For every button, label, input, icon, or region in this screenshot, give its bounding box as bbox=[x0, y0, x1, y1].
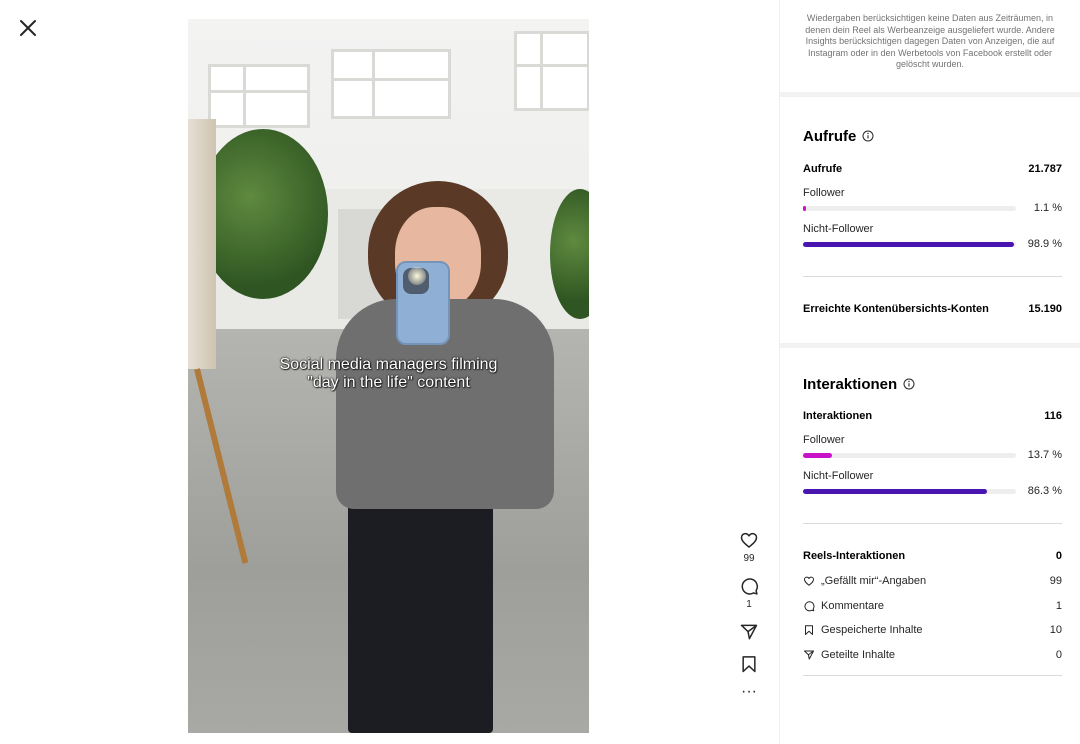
interactions-nonfollower-value: 86.3 % bbox=[1027, 485, 1062, 497]
caption-line: Social media managers filming bbox=[279, 356, 498, 373]
comments-label: Kommentare bbox=[821, 599, 884, 612]
views-follower-metric: Follower 1.1 % bbox=[803, 187, 1062, 214]
divider bbox=[803, 675, 1062, 676]
share-button[interactable] bbox=[731, 622, 767, 642]
likes-value: 99 bbox=[1049, 575, 1062, 588]
more-icon: ··· bbox=[741, 683, 757, 700]
window bbox=[208, 64, 310, 128]
like-button[interactable]: 99 bbox=[731, 530, 767, 564]
shared-row: Geteilte Inhalte 0 bbox=[803, 643, 1062, 668]
interactions-nonfollower-track bbox=[803, 488, 1016, 494]
views-nonfollower-bar-row: 98.9 % bbox=[803, 238, 1062, 250]
views-total-row: Aufrufe 21.787 bbox=[803, 163, 1062, 175]
views-nonfollower-value: 98.9 % bbox=[1027, 238, 1062, 250]
views-section: Aufrufe Aufrufe 21.787 Follower 1.1 % Ni… bbox=[780, 126, 1080, 315]
interactions-follower-bar-row: 13.7 % bbox=[803, 449, 1062, 461]
saved-row: Gespeicherte Inhalte 10 bbox=[803, 618, 1062, 643]
interactions-follower-metric: Follower 13.7 % bbox=[803, 434, 1062, 461]
views-nonfollower-track bbox=[803, 241, 1016, 247]
divider bbox=[780, 343, 1080, 348]
views-follower-track bbox=[803, 205, 1016, 211]
reel-caption: Social media managers filming "day in th… bbox=[188, 356, 589, 392]
reels-interactions-value: 0 bbox=[1055, 550, 1062, 562]
phone-flash bbox=[408, 267, 426, 285]
comments-row: Kommentare 1 bbox=[803, 594, 1062, 619]
shared-value: 0 bbox=[1055, 648, 1062, 661]
interactions-follower-bar bbox=[803, 452, 833, 458]
interactions-follower-value: 13.7 % bbox=[1027, 449, 1062, 461]
reel-video[interactable]: Social media managers filming "day in th… bbox=[188, 19, 589, 733]
plant bbox=[198, 129, 328, 299]
bookmark-icon bbox=[805, 625, 813, 636]
interactions-title: Interaktionen bbox=[803, 375, 898, 393]
likes-label: „Gefällt mir“-Angaben bbox=[821, 575, 927, 588]
views-header: Aufrufe bbox=[803, 126, 1062, 146]
views-follower-value: 1.1 % bbox=[1033, 202, 1062, 214]
share-icon bbox=[740, 624, 758, 640]
interactions-nonfollower-label: Nicht-Follower bbox=[803, 470, 874, 482]
more-options-button[interactable]: ··· bbox=[731, 683, 767, 700]
save-button[interactable] bbox=[731, 654, 767, 674]
bookmark-icon bbox=[742, 656, 756, 673]
interactions-header: Interaktionen bbox=[803, 374, 1062, 394]
reach-value: 15.190 bbox=[1028, 303, 1062, 315]
views-total-label: Aufrufe bbox=[803, 163, 843, 175]
info-icon[interactable] bbox=[903, 378, 915, 390]
interactions-nonfollower-bar-row: 86.3 % bbox=[803, 485, 1062, 497]
close-button[interactable] bbox=[16, 16, 40, 40]
views-nonfollower-label: Nicht-Follower bbox=[803, 223, 874, 235]
saved-label: Gespeicherte Inhalte bbox=[821, 624, 923, 637]
share-icon bbox=[804, 650, 814, 660]
interactions-total-row: Interaktionen 116 bbox=[803, 410, 1062, 422]
window bbox=[514, 31, 589, 111]
divider bbox=[803, 276, 1062, 277]
views-nonfollower-metric: Nicht-Follower 98.9 % bbox=[803, 223, 1062, 250]
saved-value: 10 bbox=[1049, 624, 1062, 637]
comment-button[interactable]: 1 bbox=[731, 576, 767, 610]
heart-icon bbox=[804, 576, 814, 586]
views-title: Aufrufe bbox=[803, 127, 857, 145]
caption-line: "day in the life" content bbox=[307, 374, 470, 391]
reach-row: Erreichte Kontenübersichts-Konten 15.190 bbox=[803, 303, 1062, 315]
person-legs bbox=[348, 499, 493, 733]
reels-breakdown-list: „Gefällt mir“-Angaben 99 Kommentare 1 Ge… bbox=[803, 569, 1062, 667]
interactions-total-label: Interaktionen bbox=[803, 410, 873, 422]
comments-value: 1 bbox=[1055, 599, 1062, 612]
reels-interactions-row: Reels-Interaktionen 0 bbox=[803, 550, 1062, 562]
comment-icon bbox=[804, 601, 815, 611]
heart-icon bbox=[740, 532, 758, 548]
like-count: 99 bbox=[743, 553, 755, 564]
views-follower-label: Follower bbox=[803, 187, 845, 199]
likes-row: „Gefällt mir“-Angaben 99 bbox=[803, 569, 1062, 594]
interactions-follower-label: Follower bbox=[803, 434, 845, 446]
views-nonfollower-bar bbox=[803, 241, 1014, 247]
comment-icon bbox=[741, 578, 759, 595]
reel-actions: 99 1 ··· bbox=[731, 530, 767, 700]
interactions-total-value: 116 bbox=[1044, 410, 1062, 422]
shared-label: Geteilte Inhalte bbox=[821, 648, 895, 661]
comment-count: 1 bbox=[746, 599, 752, 610]
interactions-follower-track bbox=[803, 452, 1016, 458]
insights-panel[interactable]: Wiedergaben berücksichtigen keine Daten … bbox=[779, 0, 1080, 744]
info-icon[interactable] bbox=[862, 130, 874, 142]
interactions-section: Interaktionen Interaktionen 116 Follower… bbox=[780, 374, 1080, 676]
views-total-value: 21.787 bbox=[1028, 163, 1062, 175]
views-follower-bar-row: 1.1 % bbox=[803, 202, 1062, 214]
divider bbox=[780, 92, 1080, 97]
insights-note: Wiedergaben berücksichtigen keine Daten … bbox=[805, 13, 1055, 70]
interactions-nonfollower-metric: Nicht-Follower 86.3 % bbox=[803, 470, 1062, 497]
reach-label: Erreichte Kontenübersichts-Konten bbox=[803, 303, 989, 315]
interactions-nonfollower-bar bbox=[803, 488, 987, 494]
easel bbox=[188, 119, 216, 369]
close-icon bbox=[20, 20, 36, 36]
reels-interactions-label: Reels-Interaktionen bbox=[803, 550, 906, 562]
views-follower-bar bbox=[803, 205, 806, 211]
window bbox=[331, 49, 451, 119]
divider bbox=[803, 523, 1062, 524]
